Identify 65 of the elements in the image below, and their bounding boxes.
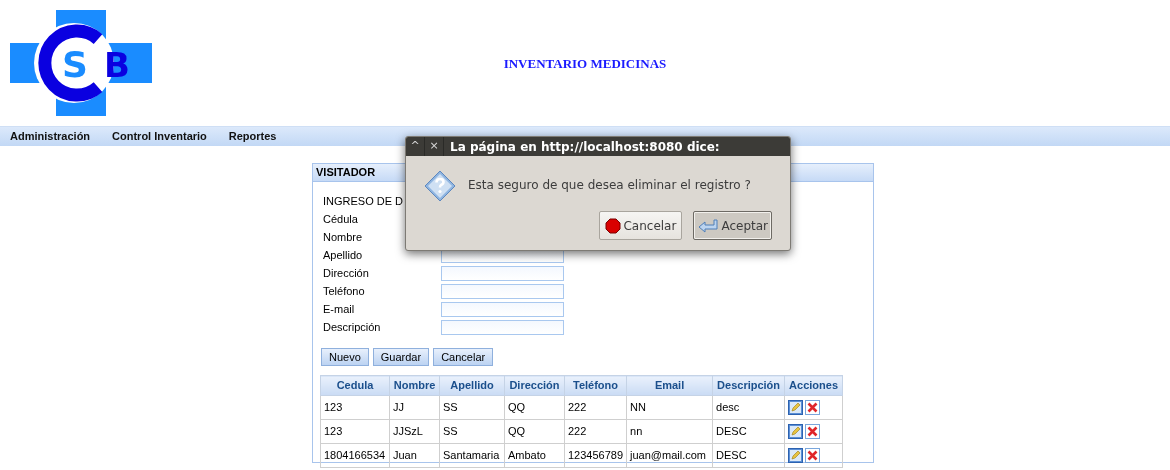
- field-label: Nombre: [323, 229, 364, 245]
- input-field[interactable]: [441, 283, 564, 299]
- column-header: Teléfono: [564, 375, 627, 396]
- page-title: INVENTARIO MEDICINAS: [503, 55, 667, 73]
- table-cell: Juan: [389, 443, 440, 468]
- table-cell: 222: [564, 419, 627, 444]
- field-label: Descripción: [323, 319, 382, 335]
- table-cell: NN: [626, 395, 713, 420]
- table-cell: juan@mail.com: [626, 443, 713, 468]
- column-header: Descripción: [712, 375, 785, 396]
- edit-icon[interactable]: [788, 448, 804, 463]
- dialog-button[interactable]: Aceptar: [693, 211, 772, 240]
- return-arrow-icon: [697, 217, 720, 234]
- delete-icon[interactable]: [805, 424, 821, 439]
- input-field[interactable]: [441, 319, 564, 335]
- table-cell: nn: [626, 419, 713, 444]
- edit-icon[interactable]: [788, 424, 804, 439]
- window-control[interactable]: ×: [425, 137, 444, 156]
- table-cell: 123456789: [564, 443, 627, 468]
- table-cell: Santamaria: [439, 443, 505, 468]
- form-button[interactable]: Guardar: [372, 348, 430, 366]
- input-field[interactable]: [441, 265, 564, 281]
- column-header: Email: [626, 375, 713, 396]
- input-field[interactable]: [441, 301, 564, 317]
- field-label: Teléfono: [323, 283, 366, 299]
- table-cell: QQ: [504, 395, 565, 420]
- logo-letter: S: [62, 44, 88, 85]
- table-cell: JJSzL: [389, 419, 440, 444]
- table-cell: Ambato: [504, 443, 565, 468]
- column-header: Acciones: [784, 375, 843, 396]
- table-cell: QQ: [504, 419, 565, 444]
- field-label: E-mail: [323, 301, 356, 317]
- dialog-button[interactable]: Cancelar: [599, 211, 683, 240]
- table-cell: DESC: [712, 419, 785, 444]
- menu-item[interactable]: Control Inventario: [112, 128, 207, 145]
- dialog-message: Esta seguro de que desea eliminar el registro ?: [468, 177, 751, 194]
- window-control[interactable]: ^: [406, 137, 425, 156]
- table-cell: 1804166534: [320, 443, 390, 468]
- dialog-title: La página en http://localhost:8080 dice:: [450, 138, 720, 156]
- stop-icon: [605, 217, 622, 234]
- table-cell: desc: [712, 395, 785, 420]
- field-label: Dirección: [323, 265, 370, 281]
- table-cell: DESC: [712, 443, 785, 468]
- column-header: Nombre: [389, 375, 440, 396]
- menu-item[interactable]: Reportes: [228, 128, 277, 145]
- question-icon: [424, 170, 456, 202]
- table-cell: JJ: [389, 395, 440, 420]
- delete-icon[interactable]: [805, 400, 821, 415]
- table-cell: 222: [564, 395, 627, 420]
- column-header: Dirección: [504, 375, 565, 396]
- table-cell: SS: [439, 419, 505, 444]
- edit-icon[interactable]: [788, 400, 804, 415]
- table-cell: 123: [320, 395, 390, 420]
- section-heading: INGRESO DE D: [323, 193, 404, 209]
- column-header: Apellido: [439, 375, 505, 396]
- table-cell: SS: [439, 395, 505, 420]
- form-button[interactable]: Nuevo: [321, 348, 369, 366]
- menu-item[interactable]: Administración: [10, 128, 91, 145]
- delete-icon[interactable]: [805, 448, 821, 463]
- table-cell: 123: [320, 419, 390, 444]
- field-label: Apellido: [323, 247, 364, 263]
- field-label: Cédula: [323, 211, 359, 227]
- panel-title: VISITADOR: [316, 165, 376, 181]
- column-header: Cedula: [320, 375, 390, 396]
- form-button[interactable]: Cancelar: [433, 348, 494, 366]
